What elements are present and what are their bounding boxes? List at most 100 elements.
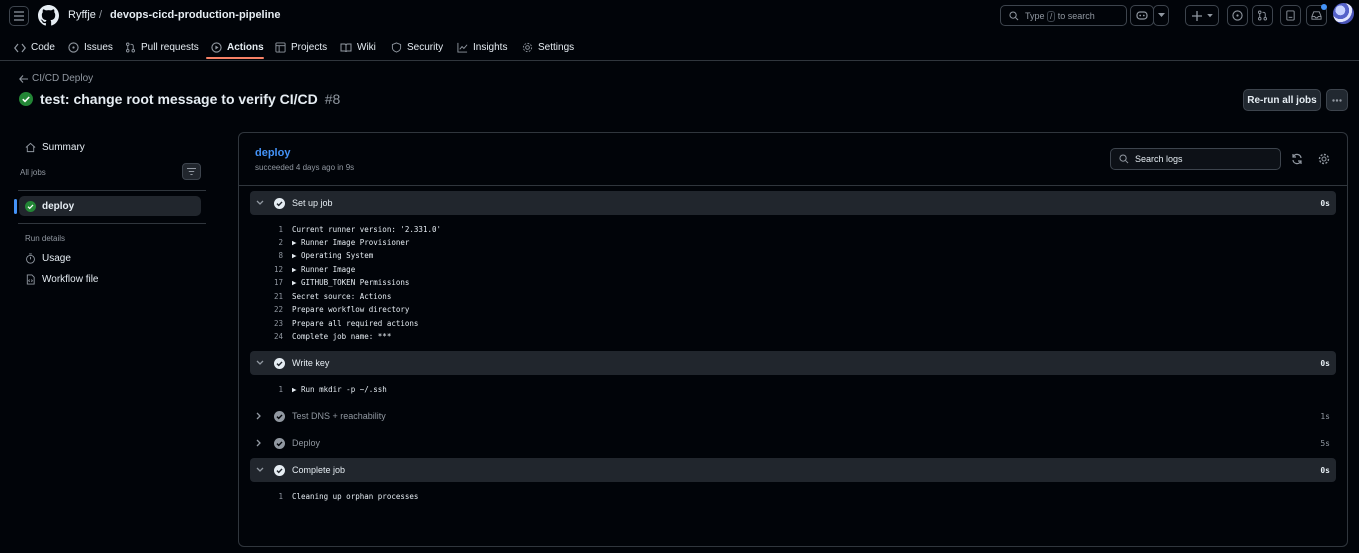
check-circle-icon (25, 201, 36, 212)
play-icon (211, 42, 222, 53)
sidebar-job-label: deploy (42, 201, 75, 212)
sidebar-workflow-file[interactable]: Workflow file (25, 274, 99, 285)
step-name: Complete job (292, 465, 346, 475)
tab-pull-requests[interactable]: Pull requests (125, 34, 199, 61)
create-new-button[interactable] (1185, 5, 1219, 26)
sidebar-divider (18, 190, 206, 191)
step-set-up-job[interactable]: Set up job 0s (250, 191, 1336, 215)
selected-indicator (14, 199, 17, 214)
book-icon (340, 43, 352, 52)
job-name[interactable]: deploy (255, 147, 290, 159)
breadcrumb-owner[interactable]: Ryffje (68, 9, 96, 21)
github-logo[interactable] (38, 5, 59, 26)
tab-label: Pull requests (141, 42, 199, 53)
log-line: 24 Complete job name: *** (250, 330, 391, 343)
repositories-button[interactable] (1280, 5, 1301, 26)
line-number[interactable]: 17 (250, 278, 283, 287)
line-text: ▶ GITHUB_TOKEN Permissions (292, 278, 410, 287)
line-number[interactable]: 21 (250, 292, 283, 301)
tab-label: Actions (227, 42, 264, 53)
sidebar-summary[interactable]: Summary (25, 142, 85, 153)
chevron-right-icon (256, 412, 261, 420)
line-text: Prepare workflow directory (292, 305, 410, 314)
sidebar-workflow-file-label: Workflow file (42, 274, 99, 285)
run-details-label: Run details (25, 234, 66, 243)
user-avatar[interactable] (1333, 3, 1354, 24)
line-text: Secret source: Actions (292, 292, 392, 301)
tab-code[interactable]: Code (14, 34, 55, 61)
step-duration: 0s (1320, 465, 1330, 475)
line-number[interactable]: 23 (250, 319, 283, 328)
line-text: Cleaning up orphan processes (292, 492, 419, 501)
global-search-input[interactable]: Type / to search (1000, 5, 1127, 26)
log-line[interactable]: 12 ▶ Runner Image (250, 263, 355, 276)
line-number[interactable]: 8 (250, 251, 283, 260)
tab-security[interactable]: Security (391, 34, 443, 61)
step-name: Set up job (292, 198, 333, 208)
copilot-button[interactable] (1130, 5, 1154, 26)
menu-button[interactable] (9, 6, 29, 26)
log-settings-button[interactable] (1318, 153, 1330, 165)
table-icon (275, 42, 286, 53)
search-icon (1119, 154, 1129, 164)
home-icon (25, 142, 36, 153)
log-line[interactable]: 8 ▶ Operating System (250, 249, 373, 262)
tab-projects[interactable]: Projects (275, 34, 327, 61)
step-name: Deploy (292, 438, 321, 448)
run-title-text: test: change root message to verify CI/C… (40, 91, 318, 107)
chevron-down-icon (1157, 13, 1165, 17)
line-number[interactable]: 22 (250, 305, 283, 314)
plus-icon (1191, 10, 1202, 21)
gear-icon (522, 42, 533, 53)
more-options-button[interactable] (1326, 89, 1348, 111)
tab-issues[interactable]: Issues (68, 34, 113, 61)
line-number[interactable]: 2 (250, 238, 283, 247)
step-duration: 5s (1320, 438, 1330, 448)
job-status-text: succeeded 4 days ago in 9s (255, 163, 355, 172)
tab-insights[interactable]: Insights (457, 34, 507, 61)
step-duration: 0s (1320, 198, 1330, 208)
step-test-dns[interactable]: Test DNS + reachability 1s (250, 404, 1336, 428)
issue-icon (1232, 10, 1243, 21)
back-to-workflow-link[interactable]: CI/CD Deploy (19, 73, 93, 84)
line-number[interactable]: 1 (250, 492, 283, 501)
copilot-menu-button[interactable] (1153, 5, 1169, 26)
line-number[interactable]: 24 (250, 332, 283, 341)
check-circle-icon (274, 437, 285, 449)
line-text: Current runner version: '2.331.0' (292, 225, 442, 234)
log-line[interactable]: 2 ▶ Runner Image Provisioner (250, 236, 409, 249)
log-line: 1 Current runner version: '2.331.0' (250, 223, 441, 236)
tab-label: Projects (291, 42, 328, 53)
log-line[interactable]: 1 ▶ Run mkdir -p ~/.ssh (250, 383, 386, 396)
line-number[interactable]: 12 (250, 265, 283, 274)
sync-icon (1292, 153, 1302, 165)
line-number[interactable]: 1 (250, 225, 283, 234)
refresh-button[interactable] (1291, 153, 1303, 165)
breadcrumb-separator: / (99, 9, 103, 21)
step-deploy[interactable]: Deploy 5s (250, 431, 1336, 455)
tab-settings[interactable]: Settings (522, 34, 574, 61)
search-logs-input[interactable]: Search logs (1110, 148, 1281, 170)
step-complete-job[interactable]: Complete job 0s (250, 458, 1336, 482)
code-icon (14, 43, 26, 52)
chevron-right-icon (256, 439, 261, 447)
issues-button[interactable] (1227, 5, 1248, 26)
sidebar-job-deploy[interactable]: deploy (25, 201, 74, 212)
repo-nav: Code Issues Pull requests Actions Projec… (0, 34, 1359, 61)
github-mark-icon (38, 5, 59, 26)
tab-wiki[interactable]: Wiki (340, 34, 376, 61)
sidebar-summary-label: Summary (42, 142, 85, 153)
chevron-down-icon (256, 360, 264, 365)
filter-jobs-button[interactable] (182, 163, 201, 180)
step-duration: 0s (1320, 358, 1330, 368)
breadcrumb-repo[interactable]: devops-cicd-production-pipeline (110, 9, 281, 21)
shield-icon (391, 42, 402, 53)
step-write-key[interactable]: Write key 0s (250, 351, 1336, 375)
rerun-all-jobs-button[interactable]: Re-run all jobs (1243, 89, 1321, 111)
pull-requests-button[interactable] (1252, 5, 1273, 26)
log-line[interactable]: 17 ▶ GITHUB_TOKEN Permissions (250, 276, 409, 289)
line-number[interactable]: 1 (250, 385, 283, 394)
tab-label: Issues (84, 42, 113, 53)
run-title: test: change root message to verify CI/C… (19, 91, 340, 107)
sidebar-usage[interactable]: Usage (25, 253, 71, 264)
